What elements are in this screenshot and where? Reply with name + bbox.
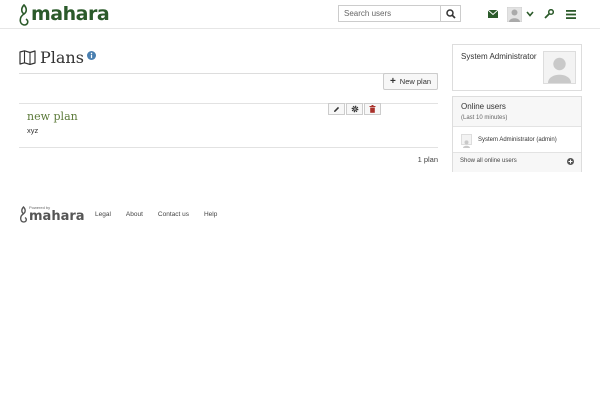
- envelope-icon: [488, 10, 498, 18]
- hamburger-icon: [566, 9, 576, 19]
- wrench-icon: [544, 9, 554, 19]
- gear-icon: [351, 105, 358, 113]
- search-input[interactable]: [338, 5, 440, 22]
- new-plan-button[interactable]: + New plan: [383, 73, 438, 90]
- page-title-text: Plans: [40, 48, 84, 67]
- profile-block: System Administrator: [452, 44, 582, 91]
- chevron-down-icon: [525, 11, 534, 17]
- info-icon[interactable]: [87, 51, 96, 60]
- plan-title-link[interactable]: new plan: [27, 110, 78, 123]
- main-menu-button[interactable]: [565, 6, 577, 22]
- plus-circle-icon: [567, 158, 574, 165]
- user-menu-button[interactable]: [506, 6, 534, 22]
- plan-count: 1 plan: [417, 155, 438, 164]
- title-divider: [19, 73, 438, 74]
- edit-plan-button[interactable]: [328, 103, 345, 115]
- mahara-leaf-icon: [20, 206, 27, 223]
- footer-logo-text: mahara: [29, 209, 85, 224]
- footer-links: Legal About Contact us Help: [95, 211, 232, 218]
- search-form: [338, 5, 461, 22]
- list-item[interactable]: System Administrator (admin): [461, 134, 557, 148]
- footer-link-about[interactable]: About: [126, 211, 143, 218]
- site-header: mahara: [0, 0, 600, 29]
- mahara-leaf-icon: [19, 4, 29, 26]
- admin-button[interactable]: [544, 6, 554, 22]
- inbox-button[interactable]: [488, 6, 498, 22]
- mahara-logo[interactable]: mahara: [18, 3, 110, 27]
- user-silhouette-icon: [548, 57, 571, 83]
- avatar: [461, 134, 472, 148]
- manage-plan-button[interactable]: [346, 103, 363, 115]
- search-icon: [445, 8, 456, 19]
- plus-icon: +: [389, 75, 396, 87]
- profile-name-link[interactable]: System Administrator: [461, 52, 537, 61]
- online-user-name: System Administrator (admin): [478, 136, 557, 143]
- trash-icon: [369, 105, 376, 113]
- footer-link-help[interactable]: Help: [204, 211, 217, 218]
- footer-link-contact[interactable]: Contact us: [158, 211, 189, 218]
- show-all-link[interactable]: Show all online users: [460, 158, 517, 164]
- logo-text: mahara: [31, 3, 110, 25]
- footer-link-legal[interactable]: Legal: [95, 211, 111, 218]
- plan-description: xyz: [27, 126, 39, 135]
- list-divider-bottom: [19, 147, 438, 148]
- online-users-subtitle: (Last 10 minutes): [461, 115, 508, 121]
- user-avatar-icon: [506, 6, 522, 22]
- page-title: Plans: [19, 48, 84, 67]
- search-button[interactable]: [440, 5, 461, 22]
- profile-avatar[interactable]: [543, 51, 576, 84]
- new-plan-label: New plan: [399, 77, 432, 86]
- online-users-header: Online users (Last 10 minutes): [453, 97, 581, 127]
- online-users-title: Online users: [461, 102, 506, 111]
- user-silhouette-icon: [463, 140, 470, 148]
- pencil-icon: [334, 106, 340, 112]
- delete-plan-button[interactable]: [364, 103, 381, 115]
- powered-by-mahara-logo[interactable]: Powered by mahara: [19, 205, 85, 224]
- show-all-online-users[interactable]: Show all online users: [453, 152, 581, 172]
- powered-by-text: Powered by: [29, 205, 51, 210]
- online-users-block: Online users (Last 10 minutes) System Ad…: [452, 96, 582, 172]
- plan-actions: [328, 103, 382, 115]
- map-icon: [19, 50, 36, 65]
